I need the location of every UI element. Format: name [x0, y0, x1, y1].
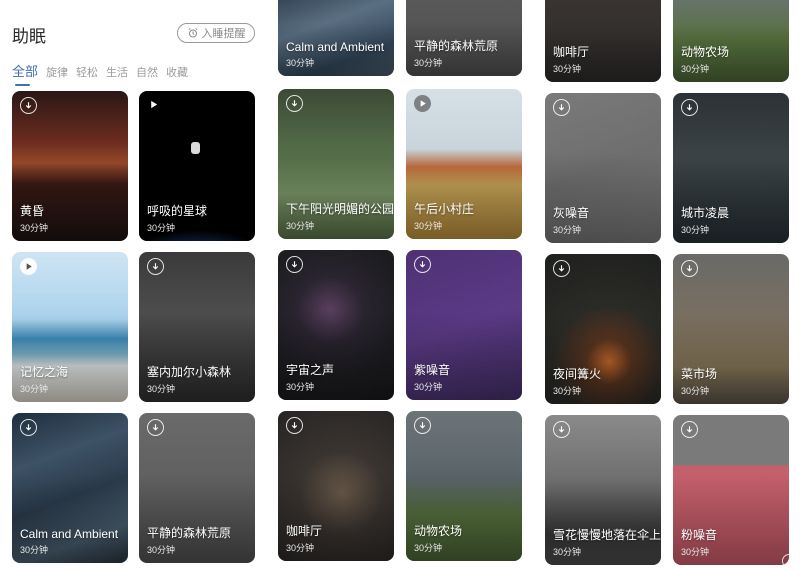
download-icon[interactable] — [414, 256, 431, 273]
download-icon[interactable] — [147, 258, 164, 275]
card-title: 动物农场 — [681, 45, 730, 59]
watermark-logo — [782, 554, 796, 568]
sound-card-senegal-forest[interactable]: 塞内加尔小森林 30分钟 — [139, 252, 255, 402]
card-title: 平静的森林荒原 — [147, 526, 232, 540]
sleep-aid-page: 助眠 入睡提醒 全部 旋律 轻松 生活 自然 收藏 黄昏 30分钟 呼吸的星球 … — [0, 0, 800, 570]
play-icon[interactable] — [145, 96, 162, 113]
tab-favorites[interactable]: 收藏 — [166, 64, 188, 80]
card-title: 粉噪音 — [681, 528, 718, 542]
sound-card-cosmic-voice[interactable]: 宇宙之声 30分钟 — [278, 250, 394, 400]
tab-nature[interactable]: 自然 — [136, 64, 158, 80]
download-icon[interactable] — [20, 419, 37, 436]
download-icon[interactable] — [553, 99, 570, 116]
play-icon[interactable] — [414, 95, 431, 112]
sound-card-dusk[interactable]: 黄昏 30分钟 — [12, 91, 128, 241]
card-title: 午后小村庄 — [414, 202, 475, 216]
tab-underline — [15, 84, 30, 86]
sound-card-vegetable-market[interactable]: 菜市场 30分钟 — [673, 254, 789, 404]
card-title: 记忆之海 — [20, 365, 69, 379]
tab-relax[interactable]: 轻松 — [76, 64, 98, 80]
card-title: 夜间篝火 — [553, 367, 602, 381]
alarm-clock-icon — [188, 28, 197, 38]
download-icon[interactable] — [681, 421, 698, 438]
card-title: Calm and Ambient — [20, 527, 119, 541]
card-duration: 30分钟 — [286, 221, 315, 231]
download-icon[interactable] — [286, 417, 303, 434]
card-title: 紫噪音 — [414, 363, 451, 377]
sleep-reminder-label: 入睡提醒 — [201, 28, 246, 40]
card-duration: 30分钟 — [286, 58, 315, 68]
card-title: 呼吸的星球 — [147, 204, 208, 218]
download-icon[interactable] — [553, 421, 570, 438]
sound-card-sunny-park[interactable]: 下午阳光明媚的公园 30分钟 — [278, 89, 394, 239]
card-duration: 30分钟 — [414, 382, 443, 392]
watermark-icon — [782, 554, 796, 568]
card-title: 下午阳光明媚的公园 — [286, 202, 394, 216]
card-title: 雪花慢慢地落在伞上 — [553, 528, 661, 542]
sound-card-animal-farm[interactable]: 动物农场 30分钟 — [406, 411, 522, 561]
download-icon[interactable] — [147, 419, 164, 436]
card-duration: 30分钟 — [553, 64, 582, 74]
card-title: 咖啡厅 — [553, 45, 590, 59]
card-duration: 30分钟 — [147, 545, 176, 555]
download-icon[interactable] — [553, 260, 570, 277]
sound-card-breathing-planet[interactable]: 呼吸的星球 30分钟 — [139, 91, 255, 241]
card-duration: 30分钟 — [20, 384, 49, 394]
card-duration: 30分钟 — [286, 543, 315, 553]
card-title: 动物农场 — [414, 524, 463, 538]
sound-card-calm-ambient-top[interactable]: Calm and Ambient 30分钟 — [278, 0, 394, 76]
card-title: 宇宙之声 — [286, 363, 335, 377]
card-title: 咖啡厅 — [286, 524, 323, 538]
card-duration: 30分钟 — [20, 545, 49, 555]
card-duration: 30分钟 — [681, 225, 710, 235]
card-duration: 30分钟 — [553, 386, 582, 396]
card-duration: 30分钟 — [681, 386, 710, 396]
card-title: 黄昏 — [20, 204, 45, 218]
tab-all[interactable]: 全部 — [12, 61, 38, 86]
card-title: 菜市场 — [681, 367, 718, 381]
sound-card-animal-farm-top[interactable]: 动物农场 30分钟 — [673, 0, 789, 82]
card-duration: 30分钟 — [414, 543, 443, 553]
card-title: 灰噪音 — [553, 206, 590, 220]
sound-card-purple-noise[interactable]: 紫噪音 30分钟 — [406, 250, 522, 400]
download-icon[interactable] — [414, 417, 431, 434]
sound-card-calm-ambient[interactable]: Calm and Ambient 30分钟 — [12, 413, 128, 563]
card-title: 塞内加尔小森林 — [147, 365, 232, 379]
tab-life[interactable]: 生活 — [106, 64, 128, 80]
sound-card-cafe[interactable]: 咖啡厅 30分钟 — [278, 411, 394, 561]
card-duration: 30分钟 — [414, 221, 443, 231]
download-icon[interactable] — [681, 99, 698, 116]
sound-card-cafe-top[interactable]: 咖啡厅 30分钟 — [545, 0, 661, 82]
tab-melody[interactable]: 旋律 — [46, 64, 68, 80]
card-duration: 30分钟 — [20, 223, 49, 233]
sound-card-snow-on-umbrella[interactable]: 雪花慢慢地落在伞上 30分钟 — [545, 415, 661, 565]
sound-card-night-bonfire[interactable]: 夜间篝火 30分钟 — [545, 254, 661, 404]
play-icon[interactable] — [20, 258, 37, 275]
download-icon[interactable] — [286, 256, 303, 273]
page-title: 助眠 — [12, 27, 46, 46]
card-title: 城市凌晨 — [681, 206, 730, 220]
sound-card-pink-noise[interactable]: 粉噪音 30分钟 — [673, 415, 789, 565]
card-duration: 30分钟 — [147, 223, 176, 233]
category-tabs: 全部 旋律 轻松 生活 自然 收藏 — [12, 61, 196, 86]
download-icon[interactable] — [20, 97, 37, 114]
sound-card-afternoon-village[interactable]: 午后小村庄 30分钟 — [406, 89, 522, 239]
sleep-reminder-button[interactable]: 入睡提醒 — [177, 23, 255, 43]
sound-card-calm-forest-top[interactable]: 平静的森林荒原 30分钟 — [406, 0, 522, 76]
card-duration: 30分钟 — [681, 547, 710, 557]
download-icon[interactable] — [681, 260, 698, 277]
sound-card-calm-forest-wilderness[interactable]: 平静的森林荒原 30分钟 — [139, 413, 255, 563]
card-duration: 30分钟 — [553, 547, 582, 557]
card-title: 平静的森林荒原 — [414, 39, 499, 53]
card-duration: 30分钟 — [414, 58, 443, 68]
download-icon[interactable] — [286, 95, 303, 112]
card-duration: 30分钟 — [286, 382, 315, 392]
card-title: Calm and Ambient — [286, 40, 385, 54]
card-duration: 30分钟 — [147, 384, 176, 394]
sound-card-memory-sea[interactable]: 记忆之海 30分钟 — [12, 252, 128, 402]
sound-card-gray-noise[interactable]: 灰噪音 30分钟 — [545, 93, 661, 243]
card-duration: 30分钟 — [553, 225, 582, 235]
sound-card-city-dawn[interactable]: 城市凌晨 30分钟 — [673, 93, 789, 243]
card-duration: 30分钟 — [681, 64, 710, 74]
